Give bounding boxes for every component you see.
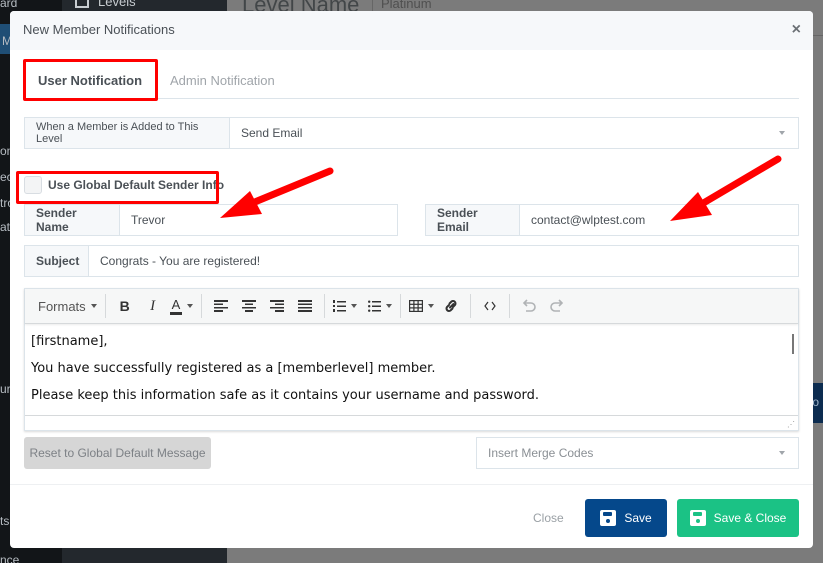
- message-editor: Formats B I A [firstname], You have succ…: [24, 288, 799, 431]
- undo-button[interactable]: [518, 293, 540, 319]
- align-justify-icon: [298, 300, 313, 312]
- toolbar-divider: [400, 294, 402, 318]
- subject-label: Subject: [25, 246, 89, 276]
- toolbar-divider: [509, 294, 511, 318]
- merge-codes-placeholder: Insert Merge Codes: [488, 446, 594, 460]
- formats-dropdown[interactable]: Formats: [38, 293, 97, 319]
- chevron-down-icon: [90, 304, 97, 308]
- chevron-down-icon: [187, 304, 194, 308]
- link-button[interactable]: [440, 293, 462, 319]
- tab-admin-notification[interactable]: Admin Notification: [170, 59, 275, 99]
- text-color-icon: A: [169, 297, 183, 315]
- background-sidebar-item: ts: [0, 514, 10, 528]
- save-and-close-button[interactable]: Save & Close: [677, 499, 799, 537]
- menu-icon: [75, 0, 89, 8]
- numbered-list-button[interactable]: [333, 293, 358, 319]
- close-button[interactable]: Close: [533, 511, 564, 525]
- save-icon: [600, 510, 617, 526]
- align-left-icon: [214, 300, 229, 312]
- save-icon: [689, 510, 706, 526]
- background-level-value: Platinum: [381, 0, 432, 11]
- bullet-list-button[interactable]: [368, 293, 393, 319]
- reset-default-message-button[interactable]: Reset to Global Default Message: [24, 437, 211, 469]
- toolbar-divider: [201, 294, 203, 318]
- subject-group: Subject Congrats - You are registered!: [24, 245, 799, 277]
- toolbar-divider: [324, 294, 326, 318]
- italic-button[interactable]: I: [142, 293, 164, 319]
- notification-tabs: User Notification Admin Notification: [24, 59, 799, 99]
- link-icon: [445, 300, 457, 312]
- save-label: Save: [624, 511, 652, 525]
- formats-label: Formats: [38, 298, 86, 314]
- bullet-list-icon: [368, 300, 382, 312]
- source-code-button[interactable]: [479, 293, 501, 319]
- editor-paragraph: Please keep this information safe as it …: [31, 388, 540, 403]
- justify-button[interactable]: [294, 293, 316, 319]
- align-center-button[interactable]: [238, 293, 260, 319]
- modal-title: New Member Notifications: [23, 22, 175, 37]
- trigger-value-wrap[interactable]: Send Email: [230, 118, 798, 148]
- code-icon: [484, 301, 497, 311]
- background-levels-label: Levels: [98, 0, 136, 9]
- align-left-button[interactable]: [210, 293, 232, 319]
- align-right-icon: [270, 300, 285, 312]
- editor-scrollbar[interactable]: [792, 334, 794, 354]
- table-icon: [409, 300, 424, 312]
- editor-statusbar: ⋰: [25, 415, 798, 431]
- sender-name-label: Sender Name: [25, 205, 120, 235]
- save-button[interactable]: Save: [585, 499, 667, 537]
- use-global-sender-toggle[interactable]: Use Global Default Sender Info: [24, 176, 224, 194]
- editor-paragraph: You have successfully registered as a [m…: [31, 361, 436, 376]
- trigger-value: Send Email: [241, 126, 303, 140]
- tab-user-notification[interactable]: User Notification: [24, 59, 156, 99]
- align-center-icon: [242, 300, 257, 312]
- toolbar-divider: [470, 294, 472, 318]
- undo-icon: [523, 299, 537, 312]
- numbered-list-icon: [333, 300, 347, 312]
- redo-icon: [550, 299, 564, 312]
- text-color-button[interactable]: A: [169, 293, 194, 319]
- subject-input[interactable]: Congrats - You are registered!: [89, 246, 798, 276]
- chevron-down-icon: [779, 451, 785, 455]
- save-and-close-label: Save & Close: [713, 511, 787, 525]
- chevron-down-icon: [386, 304, 393, 308]
- toolbar-divider: [104, 294, 106, 318]
- close-icon[interactable]: ×: [792, 21, 801, 39]
- redo-button[interactable]: [546, 293, 568, 319]
- sender-email-group: Sender Email contact@wlptest.com: [425, 204, 799, 236]
- editor-content[interactable]: [firstname], You have successfully regis…: [25, 324, 798, 415]
- modal-header: New Member Notifications ×: [10, 11, 813, 50]
- notifications-modal: New Member Notifications × User Notifica…: [10, 11, 813, 548]
- trigger-label: When a Member is Added to This Level: [25, 118, 230, 148]
- use-global-sender-label: Use Global Default Sender Info: [48, 178, 225, 192]
- resize-handle-icon[interactable]: ⋰: [787, 420, 795, 429]
- bold-button[interactable]: B: [114, 293, 136, 319]
- background-sidebar-item: nce: [0, 553, 20, 563]
- sender-name-input[interactable]: Trevor: [120, 205, 397, 235]
- table-button[interactable]: [409, 293, 435, 319]
- merge-codes-select[interactable]: Insert Merge Codes: [476, 437, 799, 469]
- sender-email-input[interactable]: contact@wlptest.com: [520, 205, 798, 235]
- chevron-down-icon: [351, 304, 358, 308]
- editor-paragraph: [firstname],: [31, 334, 108, 349]
- sender-email-label: Sender Email: [426, 205, 520, 235]
- align-right-button[interactable]: [266, 293, 288, 319]
- trigger-select[interactable]: When a Member is Added to This Level Sen…: [24, 117, 799, 149]
- editor-toolbar: Formats B I A: [25, 289, 798, 324]
- sender-name-group: Sender Name Trevor: [24, 204, 398, 236]
- use-global-sender-checkbox[interactable]: [24, 176, 42, 194]
- chevron-down-icon: [779, 131, 785, 135]
- chevron-down-icon: [428, 304, 435, 308]
- background-sidebar-item: ard: [0, 0, 18, 10]
